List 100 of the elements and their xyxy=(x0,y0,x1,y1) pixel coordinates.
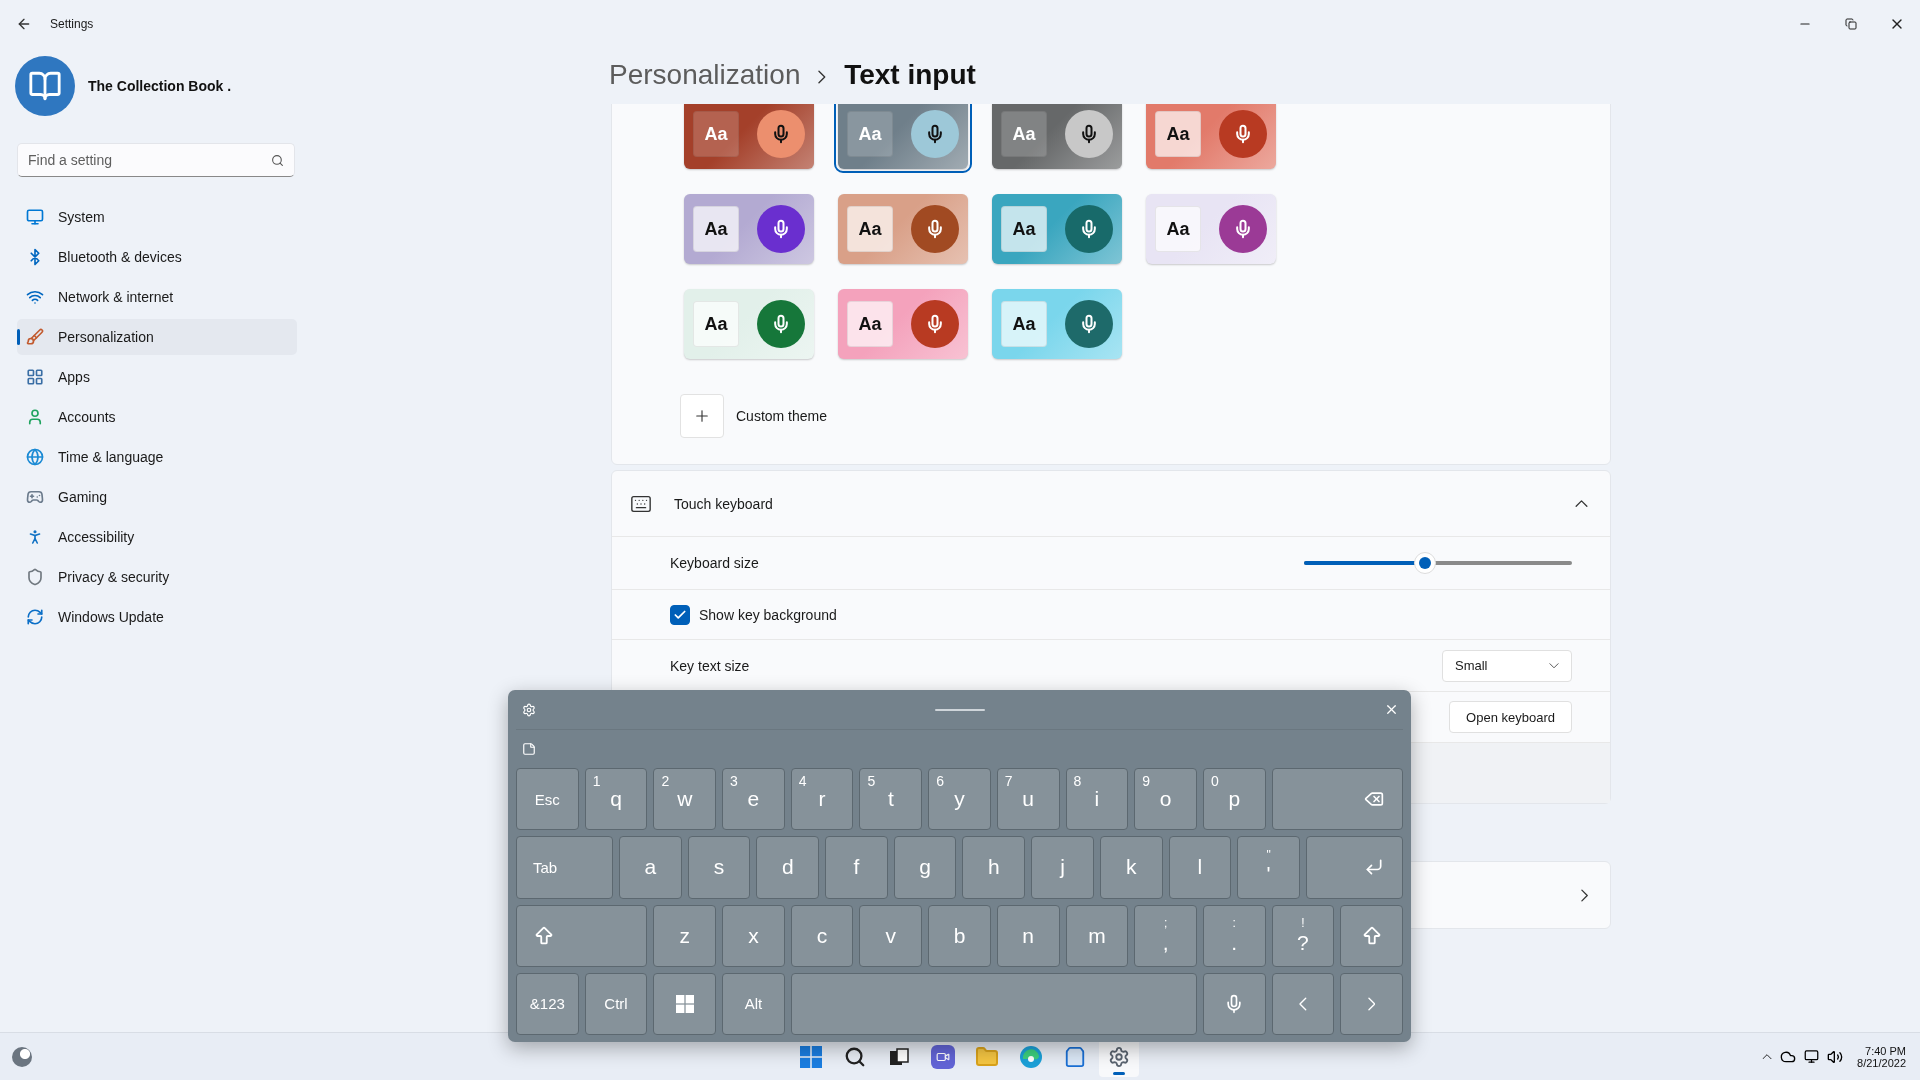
keyboard-key[interactable]: h xyxy=(962,836,1026,899)
keyboard-key[interactable]: Ctrl xyxy=(584,972,648,1035)
keyboard-key[interactable]: 1 q xyxy=(584,768,648,831)
keyboard-key[interactable]: v xyxy=(859,904,923,967)
key-label: s xyxy=(713,855,725,880)
keyboard-key[interactable]: 7 u xyxy=(996,768,1060,831)
keyboard-key[interactable]: 3 e xyxy=(722,768,785,831)
key-label: z xyxy=(679,923,690,948)
chevron-right-icon xyxy=(1367,996,1376,1011)
keyboard-key[interactable]: Esc xyxy=(516,768,579,831)
setting-label: Key text size xyxy=(670,657,750,674)
keyboard-key[interactable] xyxy=(1340,904,1403,967)
keyboard-key[interactable]: a xyxy=(619,836,682,899)
chevron-up-icon[interactable] xyxy=(1762,1053,1773,1060)
keyboard-key[interactable]: n xyxy=(996,904,1060,967)
key-label: c xyxy=(816,923,828,948)
close-icon[interactable] xyxy=(1384,702,1399,717)
widgets-icon[interactable] xyxy=(12,1046,32,1067)
nav-item[interactable]: Accessibility xyxy=(17,519,297,555)
note-icon[interactable] xyxy=(522,742,536,756)
chevron-up-icon[interactable] xyxy=(1575,499,1588,508)
keyboard-key[interactable] xyxy=(1202,972,1266,1035)
keyboard-key[interactable] xyxy=(653,972,717,1035)
volume-icon[interactable] xyxy=(1827,1048,1844,1065)
keyboard-key[interactable]: 5 t xyxy=(859,768,923,831)
keyboard-key[interactable]: &123 xyxy=(516,972,579,1035)
slider[interactable] xyxy=(1304,552,1572,574)
keyboard-key[interactable]: 4 r xyxy=(790,768,854,831)
add-button[interactable] xyxy=(680,394,724,438)
keyboard-key[interactable]: f xyxy=(825,836,888,899)
key-label: u xyxy=(1022,787,1035,812)
key-label: h xyxy=(988,855,1000,880)
keyboard-key[interactable]: : . xyxy=(1202,904,1266,967)
nav-item[interactable]: Windows Update xyxy=(17,599,297,635)
folder-icon xyxy=(975,1045,999,1069)
nav-item[interactable]: System xyxy=(17,199,297,235)
keyboard-key[interactable]: ; , xyxy=(1134,904,1197,967)
keyboard-key[interactable]: l xyxy=(1168,836,1232,899)
restore-icon xyxy=(1845,18,1857,30)
nav-item[interactable]: Personalization xyxy=(17,319,297,355)
key-label: x xyxy=(748,923,759,948)
key-label: ! ? xyxy=(1297,917,1309,954)
key-label: n xyxy=(1022,923,1035,948)
enter-icon xyxy=(1364,857,1384,878)
checkbox[interactable] xyxy=(670,604,690,625)
back-icon[interactable] xyxy=(16,16,32,32)
keyboard-key[interactable]: m xyxy=(1065,904,1129,967)
nav-item[interactable]: Privacy & security xyxy=(17,559,297,595)
font-sample: Aa xyxy=(693,206,739,252)
keyboard-key[interactable]: Tab xyxy=(516,836,614,899)
keyboard-key[interactable]: ! ? xyxy=(1271,904,1335,967)
monitor-icon[interactable] xyxy=(1804,1049,1820,1064)
keyboard-key[interactable]: j xyxy=(1031,836,1094,899)
nav-item[interactable]: Gaming xyxy=(17,479,297,515)
keyboard-key[interactable]: c xyxy=(790,904,854,967)
search-field[interactable]: Find a setting xyxy=(17,143,295,177)
nav-item[interactable]: Accounts xyxy=(17,399,297,435)
chevron-right-icon xyxy=(1580,888,1588,902)
settings-icon[interactable] xyxy=(522,702,536,717)
keyboard-key[interactable]: 0 p xyxy=(1202,768,1266,831)
clock-time[interactable]: 7:40 PM xyxy=(1865,1044,1906,1057)
theme-tile[interactable]: Aa xyxy=(834,104,972,173)
font-sample: Aa xyxy=(1001,206,1047,252)
key-hint: 3 xyxy=(730,773,738,789)
breadcrumb-item: Text input xyxy=(844,59,976,91)
nav-item[interactable]: Time & language xyxy=(17,439,297,475)
monitor-icon xyxy=(26,208,44,226)
globe-icon xyxy=(26,448,44,466)
drag-handle[interactable] xyxy=(935,708,985,711)
clock-date[interactable]: 8/21/2022 xyxy=(1857,1056,1906,1069)
keyboard-key[interactable]: x xyxy=(722,904,785,967)
key-label: : . xyxy=(1231,917,1238,954)
plus-icon xyxy=(693,407,711,425)
key-label: q xyxy=(610,787,622,812)
keyboard-key[interactable]: " ' xyxy=(1237,836,1300,899)
nav-item[interactable]: Network & internet xyxy=(17,279,297,315)
keyboard-key[interactable]: 2 w xyxy=(653,768,717,831)
keyboard-key[interactable]: 9 o xyxy=(1134,768,1197,831)
keyboard-key[interactable]: k xyxy=(1099,836,1163,899)
keyboard-key[interactable]: b xyxy=(928,904,991,967)
gamepad-icon xyxy=(26,488,44,506)
keyboard-key[interactable]: d xyxy=(756,836,820,899)
breadcrumb-item[interactable]: Personalization xyxy=(609,59,801,91)
dropdown[interactable]: Small xyxy=(1442,649,1572,682)
key-label: r xyxy=(818,787,826,812)
key-label: e xyxy=(747,787,760,812)
nav-item[interactable]: Bluetooth & devices xyxy=(17,239,297,275)
key-hint: 6 xyxy=(936,773,944,789)
keyboard-key[interactable]: s xyxy=(687,836,751,899)
slider-thumb[interactable] xyxy=(1413,552,1436,574)
keyboard-key[interactable]: 8 i xyxy=(1065,768,1129,831)
keyboard-key[interactable]: g xyxy=(893,836,957,899)
nav-item[interactable]: Apps xyxy=(17,359,297,395)
font-sample: Aa xyxy=(1155,111,1201,157)
key-hint: 7 xyxy=(1004,773,1013,789)
keyboard-key[interactable]: 6 y xyxy=(928,768,991,831)
keyboard-key[interactable]: z xyxy=(653,904,717,967)
open-keyboard-button[interactable]: Open keyboard xyxy=(1449,701,1572,733)
key-hint: 4 xyxy=(798,773,807,789)
keyboard-key[interactable]: Alt xyxy=(722,972,785,1035)
